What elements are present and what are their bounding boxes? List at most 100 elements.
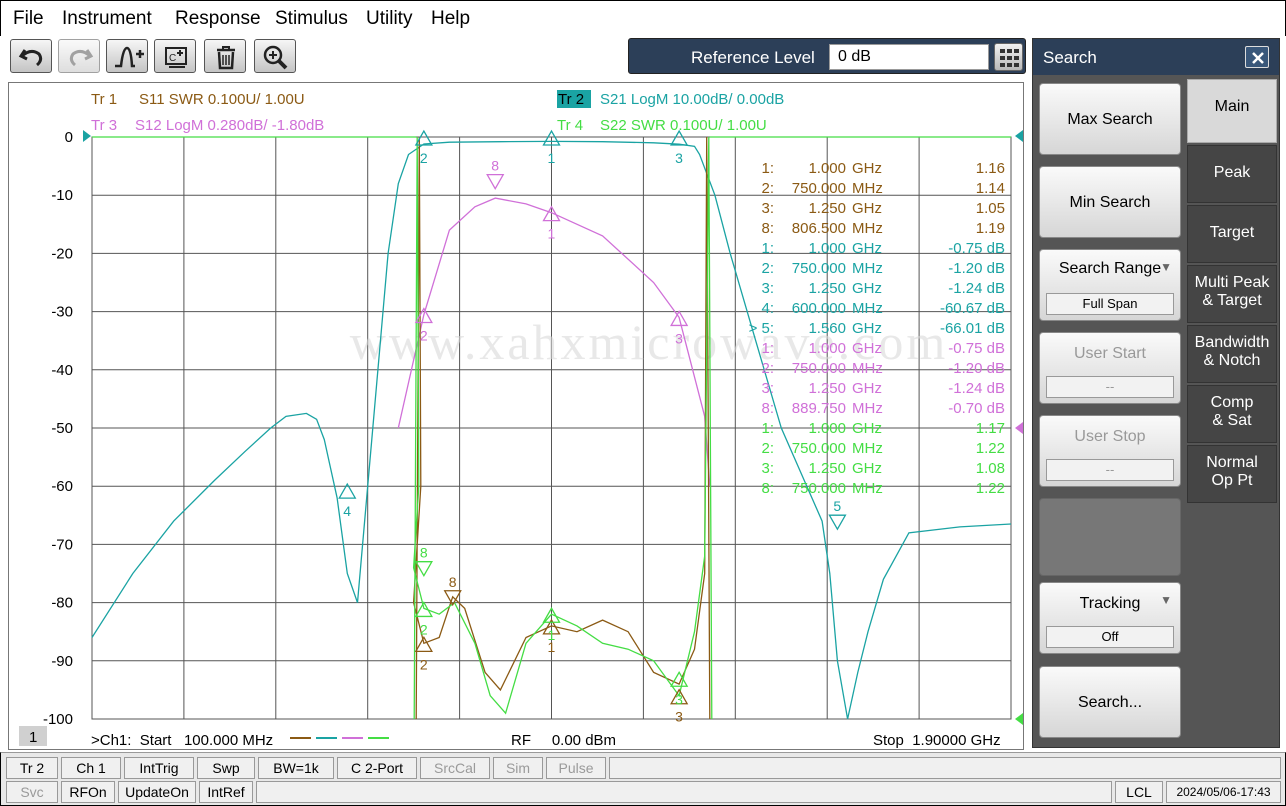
marker-number: 8: [449, 574, 457, 590]
marker-row[interactable]: 3: 1.250 GHz -1.24 dB: [761, 280, 1005, 297]
marker-number: 4: [343, 503, 351, 519]
menu-stimulus[interactable]: Stimulus: [275, 8, 348, 30]
marker-tag[interactable]: 4: [338, 482, 357, 519]
max-search-button[interactable]: Max Search: [1039, 83, 1181, 155]
marker-row[interactable]: 8: 750.000 MHz 1.22: [761, 480, 1005, 497]
marker-row[interactable]: 2: 750.000 MHz 1.22: [761, 440, 1005, 457]
marker-add-icon: [115, 46, 144, 68]
status-channel[interactable]: Ch 1: [61, 757, 121, 779]
search-panel-title: Search: [1043, 48, 1097, 67]
marker-tag[interactable]: 8: [486, 158, 505, 190]
tab-normal-op-pt[interactable]: Normal Op Pt: [1187, 445, 1277, 503]
swr-reference-arrow[interactable]: [1015, 713, 1023, 725]
undo-button[interactable]: [10, 39, 52, 73]
trace-4-desc: S22 SWR 0.100U/ 1.00U: [600, 117, 767, 134]
undo-icon: [18, 49, 43, 67]
marker-cell: 1.560: [808, 320, 846, 337]
status-blank: [609, 757, 1281, 779]
status-update-on[interactable]: UpdateOn: [118, 781, 196, 803]
status-rf-on[interactable]: RFOn: [61, 781, 115, 803]
menu-response[interactable]: Response: [175, 8, 261, 30]
trace-2-label[interactable]: Tr 2: [558, 91, 584, 108]
menu-help[interactable]: Help: [431, 8, 470, 30]
tab-multi-peak-target[interactable]: Multi Peak & Target: [1187, 265, 1277, 323]
marker-cell: 2:: [761, 440, 774, 457]
marker-cell: 3:: [761, 460, 774, 477]
status-sim[interactable]: Sim: [493, 757, 543, 779]
tab-target[interactable]: Target: [1187, 205, 1277, 263]
y-tick-label: -60: [51, 478, 73, 495]
status-svc[interactable]: Svc: [6, 781, 58, 803]
marker-triangle: [828, 514, 847, 531]
s12-reference-arrow[interactable]: [1015, 422, 1023, 434]
tracking-button[interactable]: Tracking ▼ Off: [1039, 582, 1181, 654]
marker-row[interactable]: 3: 1.250 GHz 1.08: [761, 460, 1005, 477]
clear-icon: C: [165, 47, 187, 68]
marker-row[interactable]: 1: 1.000 GHz 1.16: [761, 160, 1005, 177]
status-local-mode[interactable]: LCL: [1115, 781, 1163, 803]
marker-tag[interactable]: 8: [443, 574, 462, 607]
tab-bandwidth-notch[interactable]: Bandwidth & Notch: [1187, 325, 1277, 383]
measurement-window[interactable]: www.xahxmicrowave.com 0 -10 -20 -30 -40 -50 -6…: [8, 82, 1024, 750]
status-srccal[interactable]: SrcCal: [420, 757, 490, 779]
marker-tag[interactable]: 8: [414, 545, 433, 577]
trace-3-label[interactable]: Tr 3: [91, 117, 117, 134]
y-tick-label: -40: [51, 362, 73, 379]
marker-cell: 1.250: [808, 460, 846, 477]
marker-cell: GHz: [852, 240, 882, 257]
trace-reference-arrow-right[interactable]: [1015, 130, 1023, 142]
marker-tag[interactable]: 5: [828, 498, 847, 531]
start-frequency[interactable]: >Ch1: Start 100.000 MHz: [91, 732, 273, 749]
marker-row[interactable]: 3: 1.250 GHz -1.24 dB: [761, 380, 1005, 397]
marker-tag[interactable]: 3: [670, 129, 689, 166]
user-start-button[interactable]: User Start --: [1039, 332, 1181, 404]
marker-row[interactable]: 8: 806.500 MHz 1.19: [761, 220, 1005, 237]
user-stop-button[interactable]: User Stop --: [1039, 415, 1181, 487]
search-dialog-button[interactable]: Search...: [1039, 666, 1181, 738]
trash-icon: [217, 46, 235, 70]
search-range-button[interactable]: Search Range ▼ Full Span: [1039, 249, 1181, 321]
tab-main[interactable]: Main: [1187, 79, 1277, 143]
marker-row[interactable]: 2: 750.000 MHz -1.20 dB: [761, 260, 1005, 277]
zoom-button[interactable]: [254, 39, 296, 73]
marker-number: 2: [420, 656, 428, 672]
menu-utility[interactable]: Utility: [366, 8, 412, 30]
close-button[interactable]: [1245, 46, 1269, 68]
reference-level-label: Reference Level: [691, 48, 815, 67]
min-search-button[interactable]: Min Search: [1039, 166, 1181, 238]
reference-level-input[interactable]: 0 dB: [829, 44, 989, 70]
menu-bar: File Instrument Response Stimulus Utilit…: [0, 0, 1286, 36]
marker-row[interactable]: 1: 1.000 GHz -0.75 dB: [761, 240, 1005, 257]
status-trigger[interactable]: IntTrig: [124, 757, 194, 779]
trace-1-label[interactable]: Tr 1: [91, 91, 117, 108]
trace-display[interactable]: www.xahxmicrowave.com 0-10-20-30-40-50-6…: [9, 83, 1023, 749]
user-start-value: --: [1046, 376, 1174, 398]
marker-cell: 750.000: [792, 180, 846, 197]
status-sweep[interactable]: Swp: [197, 757, 255, 779]
tab-peak[interactable]: Peak: [1187, 145, 1277, 203]
rf-power[interactable]: RF 0.00 dBm: [511, 732, 616, 749]
trace-4-label[interactable]: Tr 4: [557, 117, 583, 134]
marker-row[interactable]: 3: 1.250 GHz 1.05: [761, 200, 1005, 217]
add-marker-button[interactable]: [106, 39, 148, 73]
clear-button[interactable]: C: [154, 39, 196, 73]
status-int-ref[interactable]: IntRef: [199, 781, 253, 803]
marker-row[interactable]: 2: 750.000 MHz 1.14: [761, 180, 1005, 197]
marker-cell: 1.000: [808, 340, 846, 357]
marker-cell: MHz: [852, 440, 883, 457]
keypad-button[interactable]: [994, 43, 1023, 71]
marker-cell: -1.24 dB: [948, 280, 1005, 297]
marker-row[interactable]: 8: 889.750 MHz -0.70 dB: [761, 400, 1005, 417]
status-bandwidth[interactable]: BW=1k: [258, 757, 334, 779]
status-trace[interactable]: Tr 2: [6, 757, 58, 779]
delete-button[interactable]: [204, 39, 246, 73]
menu-instrument[interactable]: Instrument: [62, 8, 152, 30]
status-pulse[interactable]: Pulse: [546, 757, 606, 779]
marker-cell: 8:: [761, 480, 774, 497]
menu-file[interactable]: File: [13, 8, 44, 30]
stop-frequency[interactable]: Stop 1.90000 GHz: [873, 732, 1001, 749]
redo-button[interactable]: [58, 39, 100, 73]
tab-comp-sat[interactable]: Comp & Sat: [1187, 385, 1277, 443]
status-calibration[interactable]: C 2-Port: [337, 757, 417, 779]
trace-reference-arrow-left[interactable]: [83, 130, 91, 142]
